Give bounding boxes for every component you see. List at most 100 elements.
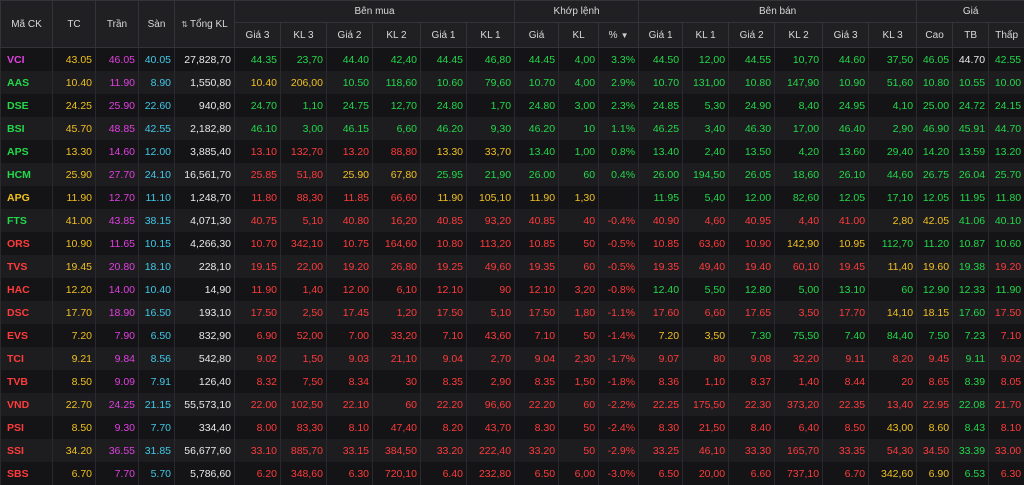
symbol-cell[interactable]: ORS (1, 232, 53, 255)
table-cell: 34.50 (917, 439, 953, 462)
table-cell: 232,80 (467, 462, 515, 485)
table-cell: 9.04 (421, 347, 467, 370)
table-cell: 13.20 (989, 140, 1024, 163)
table-cell: 31.85 (139, 439, 175, 462)
table-cell: 5,50 (683, 278, 729, 301)
col-sell-vol2[interactable]: KL 2 (775, 23, 823, 48)
table-cell: 8.56 (139, 347, 175, 370)
table-row[interactable]: DSE24.2525.9022.60940,8024.701,1024.7512… (1, 94, 1024, 117)
table-row[interactable]: VND22.7024.2521.1555,573,1022.00102,5022… (1, 393, 1024, 416)
table-cell: 2,40 (683, 140, 729, 163)
table-cell: 222,40 (467, 439, 515, 462)
col-ref[interactable]: TC (53, 1, 96, 48)
table-cell: 22.20 (515, 393, 559, 416)
table-row[interactable]: TCI9.219.848.56542,809.021,509.0321,109.… (1, 347, 1024, 370)
table-row[interactable]: SBS6.707.705.705,786,606.20348,606.30720… (1, 462, 1024, 485)
symbol-cell[interactable]: APG (1, 186, 53, 209)
symbol-cell[interactable]: SSI (1, 439, 53, 462)
col-sell-vol1[interactable]: KL 1 (683, 23, 729, 48)
col-sell-price2[interactable]: Giá 2 (729, 23, 775, 48)
table-cell: 6.53 (953, 462, 989, 485)
table-cell: 12.10 (421, 278, 467, 301)
table-row[interactable]: EVS7.207.906.50832,906.9052,007.0033,207… (1, 324, 1024, 347)
symbol-cell[interactable]: TVS (1, 255, 53, 278)
symbol-cell[interactable]: DSC (1, 301, 53, 324)
table-cell: 60 (869, 278, 917, 301)
table-cell: 17.50 (235, 301, 281, 324)
table-row[interactable]: SSI34.2036.5531.8556,677,6033.10885,7033… (1, 439, 1024, 462)
table-row[interactable]: VCI43.0546.0540.0527,828,7044.3523,7044.… (1, 48, 1024, 72)
col-sell-price1[interactable]: Giá 1 (639, 23, 683, 48)
table-row[interactable]: ORS10.9011.6510.154,266,3010.70342,1010.… (1, 232, 1024, 255)
col-buy-vol2[interactable]: KL 2 (373, 23, 421, 48)
table-cell: 112,70 (869, 232, 917, 255)
table-row[interactable]: DSC17.7018.9016.50193,1017.502,5017.451,… (1, 301, 1024, 324)
table-cell: 44.50 (639, 48, 683, 72)
table-row[interactable]: APG11.9012.7011.101,248,7011.8088,3011.8… (1, 186, 1024, 209)
symbol-cell[interactable]: EVS (1, 324, 53, 347)
col-floor[interactable]: Sàn (139, 1, 175, 48)
col-low[interactable]: Thấp (989, 23, 1024, 48)
col-total[interactable]: ⇅Tổng KL (175, 1, 235, 48)
table-cell: 11.95 (953, 186, 989, 209)
table-row[interactable]: APS13.3014.6012.003,885,4013.10132,7013.… (1, 140, 1024, 163)
symbol-cell[interactable]: FTS (1, 209, 53, 232)
table-cell: 52,00 (281, 324, 327, 347)
col-high[interactable]: Cao (917, 23, 953, 48)
table-row[interactable]: PSI8.509.307.70334,408.0083,308.1047,408… (1, 416, 1024, 439)
col-sell-vol3[interactable]: KL 3 (869, 23, 917, 48)
table-cell: 13.40 (639, 140, 683, 163)
col-match-vol[interactable]: KL (559, 23, 599, 48)
table-row[interactable]: BSI45.7048.8542.552,182,8046.103,0046.15… (1, 117, 1024, 140)
col-match-pct[interactable]: %▼ (599, 23, 639, 48)
table-cell: 33.25 (639, 439, 683, 462)
table-cell: 24.85 (639, 94, 683, 117)
table-cell: 25.85 (235, 163, 281, 186)
symbol-cell[interactable]: HAC (1, 278, 53, 301)
symbol-cell[interactable]: BSI (1, 117, 53, 140)
table-cell: 193,10 (175, 301, 235, 324)
table-row[interactable]: TVB8.509.097.91126,408.327,508.34308.352… (1, 370, 1024, 393)
symbol-cell[interactable]: HCM (1, 163, 53, 186)
table-cell: 50 (559, 439, 599, 462)
table-cell: 26.04 (953, 163, 989, 186)
symbol-cell[interactable]: AAS (1, 71, 53, 94)
col-buy-vol3[interactable]: KL 3 (281, 23, 327, 48)
table-row[interactable]: HCM25.9027.7024.1016,561,7025.8551,8025.… (1, 163, 1024, 186)
table-row[interactable]: FTS41.0043.8538.154,071,3040.755,1040.80… (1, 209, 1024, 232)
table-cell: 88,80 (373, 140, 421, 163)
table-cell: 126,40 (175, 370, 235, 393)
table-row[interactable]: HAC12.2014.0010.4014,9011.901,4012.006,1… (1, 278, 1024, 301)
col-buy-price3[interactable]: Giá 3 (235, 23, 281, 48)
table-cell: 9.11 (823, 347, 869, 370)
table-cell: 56,677,60 (175, 439, 235, 462)
col-buy-price1[interactable]: Giá 1 (421, 23, 467, 48)
col-match-price[interactable]: Giá (515, 23, 559, 48)
col-buy-price2[interactable]: Giá 2 (327, 23, 373, 48)
table-cell: 18.10 (139, 255, 175, 278)
table-row[interactable]: TVS19.4520.8018.10228,1019.1522,0019.202… (1, 255, 1024, 278)
table-header: Mã CK TC Trần Sàn ⇅Tổng KL Bên mua Khớp … (1, 1, 1024, 48)
table-cell: 7.23 (953, 324, 989, 347)
col-sell-price3[interactable]: Giá 3 (823, 23, 869, 48)
table-cell: 4,20 (775, 140, 823, 163)
symbol-cell[interactable]: PSI (1, 416, 53, 439)
table-cell: 8,20 (869, 347, 917, 370)
symbol-cell[interactable]: TVB (1, 370, 53, 393)
table-cell: 0.4% (599, 163, 639, 186)
symbol-cell[interactable]: TCI (1, 347, 53, 370)
col-ceil[interactable]: Trần (96, 1, 139, 48)
symbol-cell[interactable]: SBS (1, 462, 53, 485)
col-avg[interactable]: TB (953, 23, 989, 48)
table-row[interactable]: AAS10.4011.908.901,550,8010.40206,0010.5… (1, 71, 1024, 94)
table-cell: 1,50 (559, 370, 599, 393)
col-buy-vol1[interactable]: KL 1 (467, 23, 515, 48)
sort-icon[interactable]: ⇅ (181, 20, 188, 29)
symbol-cell[interactable]: VND (1, 393, 53, 416)
col-symbol[interactable]: Mã CK (1, 1, 53, 48)
symbol-cell[interactable]: VCI (1, 48, 53, 72)
caret-down-icon[interactable]: ▼ (621, 31, 629, 40)
symbol-cell[interactable]: APS (1, 140, 53, 163)
symbol-cell[interactable]: DSE (1, 94, 53, 117)
table-cell: 1,40 (281, 278, 327, 301)
